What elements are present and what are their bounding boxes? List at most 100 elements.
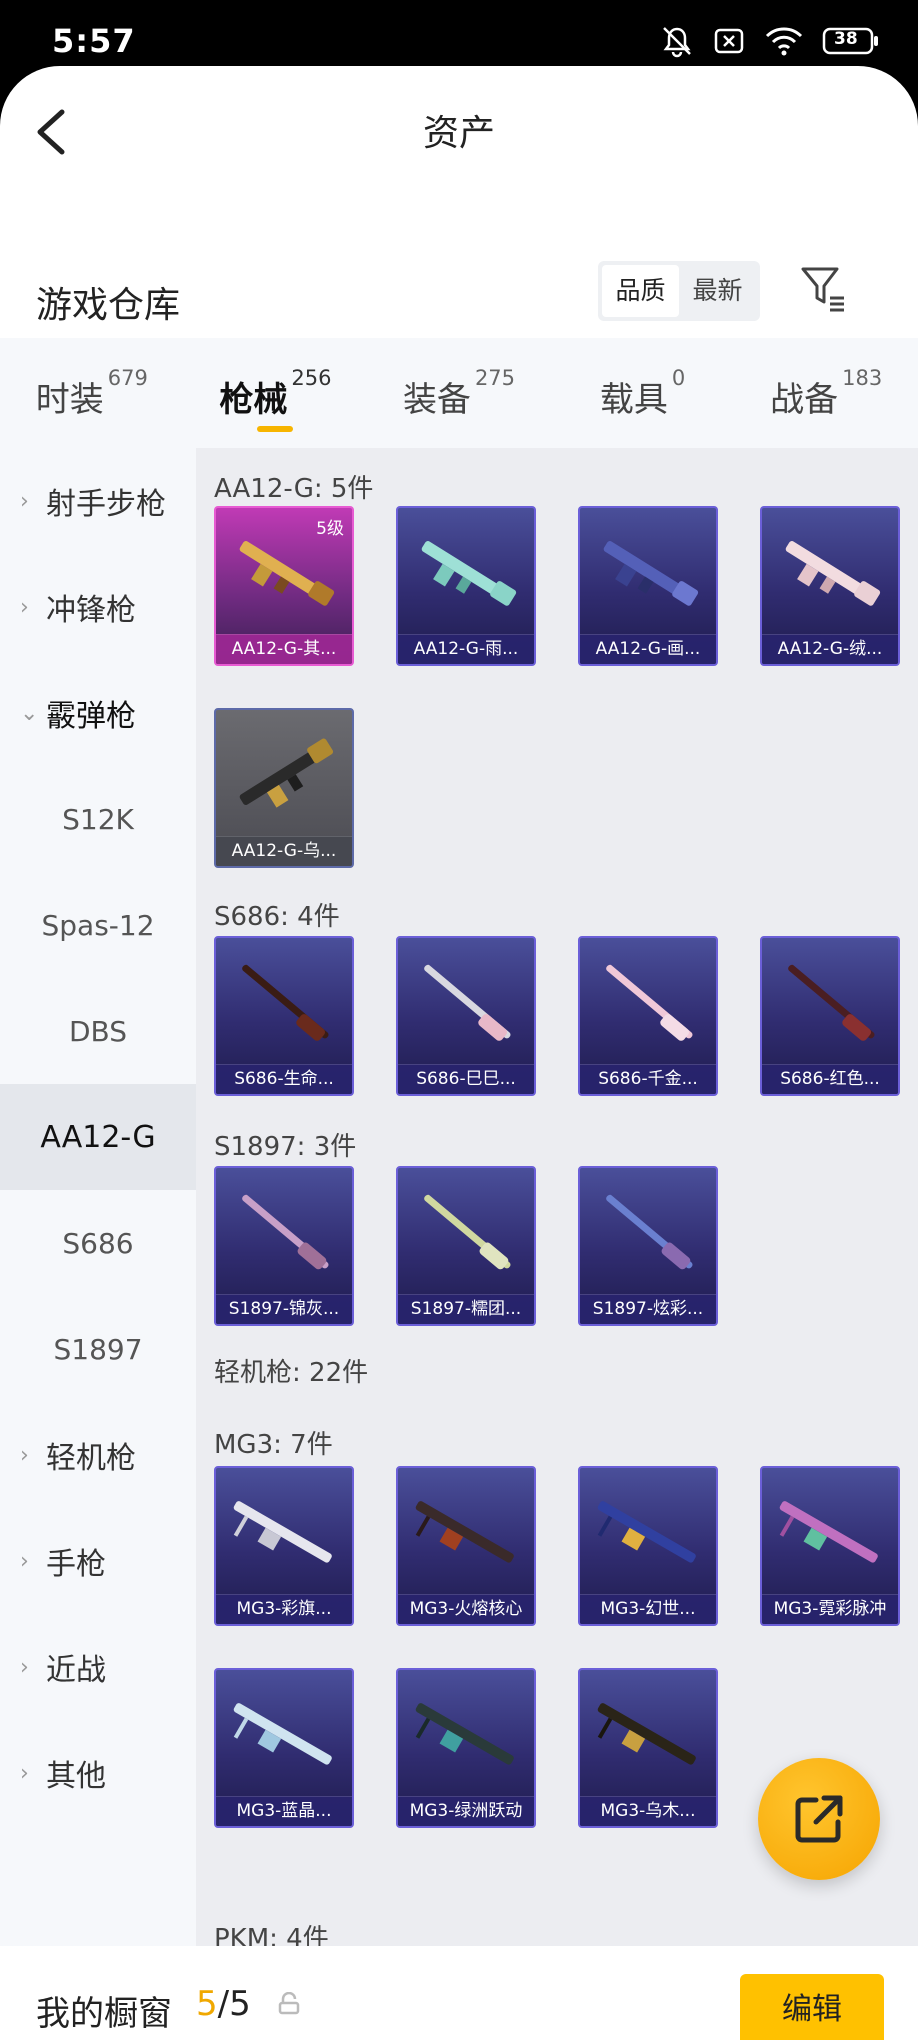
chevron-right-icon: › [20,1442,29,1468]
tab-label: 枪械 [219,380,288,420]
sort-quality-button[interactable]: 品质 [602,265,679,317]
group-header: S1897: 3件 [214,1132,357,1162]
item-name: AA12-G-雨... [398,634,534,664]
sidebar-subitem-dbs[interactable]: DBS [0,978,196,1084]
sidebar-item-pistol[interactable]: › 手枪 [0,1508,196,1614]
sidebar-item-label: S12K [62,802,134,836]
sidebar-item-label: 其他 [46,1759,106,1794]
sidebar-item-label: S686 [62,1226,134,1260]
warehouse-title: 游戏仓库 [36,285,181,326]
item-card[interactable]: AA12-G-乌... [214,708,354,868]
item-name: MG3-彩旗... [216,1594,352,1624]
sidebar-item-label: AA12-G [40,1119,156,1155]
item-name: MG3-绿洲跃动 [398,1796,534,1826]
sidebar-item-label: 冲锋枪 [46,593,136,628]
machine-gun-icon [597,1703,696,1765]
tab-count: 679 [107,366,148,390]
item-card[interactable]: MG3-幻世... [578,1466,718,1626]
item-card[interactable]: S686-红色... [760,936,900,1096]
tab-vehicles[interactable]: 载具0 [551,338,735,448]
item-card[interactable]: S686-巳巳... [396,936,536,1096]
tab-label: 战备 [770,380,839,420]
item-name: S1897-锦灰... [216,1294,352,1324]
tab-label: 载具 [599,380,668,420]
item-card[interactable]: S1897-炫彩... [578,1166,718,1326]
sidebar-subitem-s686[interactable]: S686 [0,1190,196,1296]
item-card[interactable]: MG3-霓彩脉冲 [760,1466,900,1626]
machine-gun-icon [233,1501,332,1563]
item-card[interactable]: AA12-G-画... [578,506,718,666]
shotgun-icon [239,738,334,808]
sidebar-subitem-aa12g[interactable]: AA12-G [0,1084,196,1190]
item-name: MG3-乌木... [580,1796,716,1826]
item-name: S1897-糯团... [398,1294,534,1324]
sidebar-item-marksman-rifle[interactable]: › 射手步枪 [0,448,196,554]
status-icons: 38 [660,24,880,58]
sidebar-subitem-s1897[interactable]: S1897 [0,1296,196,1402]
item-card[interactable]: S1897-锦灰... [214,1166,354,1326]
item-card[interactable]: S686-千金... [578,936,718,1096]
sort-newest-button[interactable]: 最新 [679,265,756,317]
edit-button[interactable]: 编辑 [740,1974,884,2040]
shotgun-icon [424,1194,511,1270]
wifi-icon [764,24,804,58]
item-name: S686-红色... [762,1064,898,1094]
showcase-label: 我的橱窗 [36,1994,172,2034]
sidebar-item-smg[interactable]: › 冲锋枪 [0,554,196,660]
tab-count: 0 [671,366,686,390]
status-time: 5:57 [52,22,136,60]
battery-icon: 38 [822,26,880,56]
item-name: S686-生命... [216,1064,352,1094]
active-tab-indicator [257,426,294,432]
item-name: MG3-幻世... [580,1594,716,1624]
chevron-right-icon: › [20,1760,29,1786]
item-card[interactable]: MG3-蓝晶... [214,1668,354,1828]
warehouse-header: 游戏仓库 [0,256,918,346]
item-grid: AA12-G: 5件 5级 AA12-G-其... AA12-G-雨... AA1… [196,448,918,1948]
shotgun-icon [424,964,511,1041]
item-card[interactable]: S1897-糯团... [396,1166,536,1326]
machine-gun-icon [597,1501,696,1563]
tab-fashion[interactable]: 时装679 [0,338,184,448]
tab-count: 256 [291,366,332,390]
sidebar-item-melee[interactable]: › 近战 [0,1614,196,1720]
sidebar-item-lmg[interactable]: › 轻机枪 [0,1402,196,1508]
item-card[interactable]: MG3-火熔核心 [396,1466,536,1626]
filter-icon [801,267,844,312]
item-card[interactable]: MG3-乌木... [578,1668,718,1828]
tab-supplies[interactable]: 战备183 [734,338,918,448]
top-bar: 资产 [0,66,918,186]
item-card[interactable]: 5级 AA12-G-其... [214,506,354,666]
sidebar-item-other[interactable]: › 其他 [0,1720,196,1826]
chevron-down-icon: ⌄ [20,700,39,726]
item-card[interactable]: AA12-G-雨... [396,506,536,666]
sidebar-item-label: Spas-12 [41,908,155,942]
tab-equipment[interactable]: 装备275 [367,338,551,448]
item-card[interactable]: AA12-G-绒... [760,506,900,666]
sidebar-subitem-s12k[interactable]: S12K [0,766,196,872]
tab-count: 183 [842,366,883,390]
group-header: 轻机枪: 22件 [214,1358,369,1388]
item-card[interactable]: MG3-彩旗... [214,1466,354,1626]
item-card[interactable]: MG3-绿洲跃动 [396,1668,536,1828]
showcase-bar: 我的橱窗 5/5 编辑 [0,1946,918,2040]
sidebar-item-label: 射手步枪 [46,487,166,522]
sort-toggle: 品质 最新 [598,261,760,321]
machine-gun-icon [415,1703,514,1765]
weapon-type-sidebar: › 射手步枪 › 冲锋枪 ⌄ 霰弹枪 S12K Spas-12 DBS AA12-G … [0,448,196,1948]
mute-icon [660,24,694,58]
lock-icon [278,1992,300,2015]
sidebar-item-shotgun[interactable]: ⌄ 霰弹枪 [0,660,196,766]
showcase-count: 5/5 [196,1984,251,2024]
tab-firearms[interactable]: 枪械256 [184,338,368,448]
share-button[interactable] [758,1758,880,1880]
item-name: S1897-炫彩... [580,1294,716,1324]
chevron-right-icon: › [20,594,29,620]
filter-button[interactable] [800,264,846,314]
shotgun-icon [606,964,693,1041]
chevron-right-icon: › [20,1654,29,1680]
shotgun-icon [603,541,699,606]
tab-label: 装备 [402,380,471,420]
sidebar-subitem-spas12[interactable]: Spas-12 [0,872,196,978]
item-card[interactable]: S686-生命... [214,936,354,1096]
